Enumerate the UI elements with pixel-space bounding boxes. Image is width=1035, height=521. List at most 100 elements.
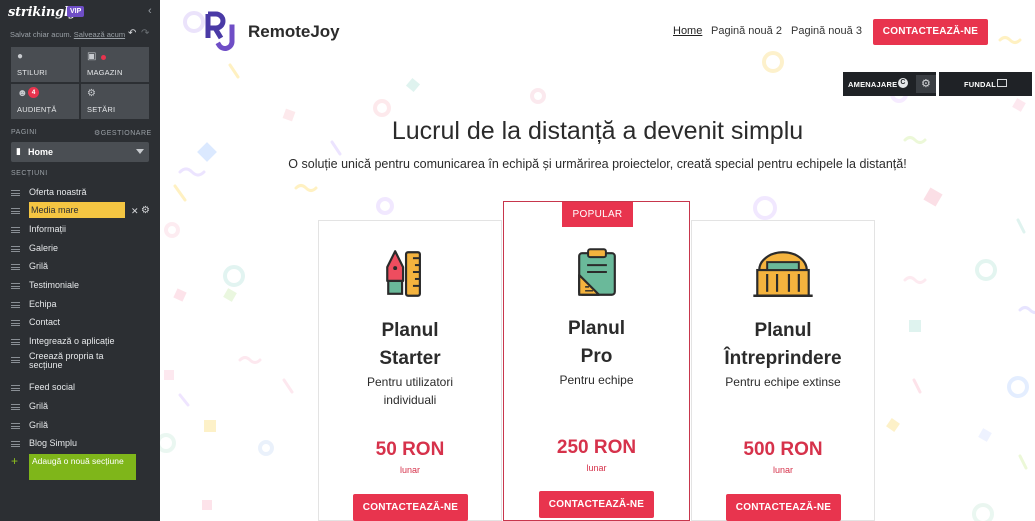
plan-price: 250 RON: [556, 437, 637, 458]
section-item[interactable]: Testimoniale: [11, 278, 151, 294]
drag-handle-icon[interactable]: [11, 246, 20, 252]
section-label: Feed social: [29, 382, 76, 392]
layout-button[interactable]: AMENAJARE C ⚙: [843, 72, 936, 96]
section-item[interactable]: Grilă: [11, 418, 151, 434]
section-label: Grilă: [29, 420, 49, 430]
add-section-label: Adaugă o nouă secțiune: [29, 454, 136, 480]
section-label: Oferta noastră: [29, 187, 87, 197]
plus-icon: +: [11, 454, 19, 468]
redo-icon[interactable]: ↷: [141, 28, 149, 39]
nav-link-page-2[interactable]: Pagină nouă 2: [711, 25, 782, 37]
section-item[interactable]: Grilă: [11, 259, 151, 275]
section-item[interactable]: Echipa: [11, 297, 151, 313]
page-icon: ▮: [16, 146, 21, 156]
drag-handle-icon[interactable]: [11, 227, 20, 233]
add-section-button[interactable]: + Adaugă o nouă secțiune: [11, 454, 151, 480]
saved-text: Salvat chiar acum.: [10, 30, 72, 39]
plan-contact-button[interactable]: CONTACTEAZĂ-NE: [726, 494, 841, 521]
section-label: Echipa: [29, 299, 57, 309]
chevron-left-icon[interactable]: ‹: [148, 5, 152, 17]
editor-tiles: ● STILURI ▣ MAGAZIN ☻ 4 AUDIENȚĂ ⚙ SETĂR…: [11, 47, 149, 119]
plan-price: 500 RON: [743, 439, 823, 460]
close-icon[interactable]: ✕: [131, 206, 139, 217]
drag-handle-icon[interactable]: [11, 190, 20, 196]
plan-card-enterprise: Planul Întreprindere Pentru echipe extin…: [691, 220, 875, 521]
section-item-active[interactable]: Media mare ✕ ⚙: [11, 202, 151, 219]
plan-name-line1: Planul: [381, 320, 439, 341]
background-button[interactable]: FUNDAL: [939, 72, 1032, 96]
building-icon: [753, 251, 813, 297]
section-item[interactable]: Galerie: [11, 241, 151, 257]
section-label: Creează propria ta secțiune: [29, 351, 104, 370]
section-item[interactable]: Oferta noastră: [11, 185, 151, 201]
nav-contact-button[interactable]: CONTACTEAZĂ-NE: [873, 19, 988, 45]
tile-store[interactable]: ▣ MAGAZIN: [81, 47, 149, 82]
section-label: Informații: [29, 224, 67, 234]
gear-icon[interactable]: ⚙: [916, 75, 936, 93]
vip-badge: VIP: [67, 6, 85, 17]
brand-name[interactable]: RemoteJoy: [248, 22, 340, 42]
gear-icon: ⚙: [87, 88, 96, 99]
section-label: Contact: [29, 317, 61, 327]
section-item[interactable]: Blog Simplu: [11, 436, 151, 452]
tile-label: MAGAZIN: [87, 68, 123, 77]
plan-contact-button[interactable]: CONTACTEAZĂ-NE: [353, 494, 468, 521]
drag-handle-icon[interactable]: [11, 320, 20, 326]
drag-handle-icon[interactable]: [11, 357, 20, 363]
manage-label: GESTIONARE: [100, 130, 152, 137]
drag-handle-icon[interactable]: [11, 208, 20, 214]
manage-pages-link[interactable]: ⚙GESTIONARE: [94, 129, 152, 137]
hero-subtitle: O soluție unică pentru comunicarea în ec…: [288, 157, 907, 171]
pen-ruler-icon: [386, 250, 421, 297]
section-label: Galerie: [29, 243, 59, 253]
tile-audience[interactable]: ☻ 4 AUDIENȚĂ: [11, 84, 79, 119]
palette-icon: ●: [17, 51, 24, 62]
section-label: Grilă: [29, 261, 49, 271]
gear-icon[interactable]: ⚙: [141, 205, 150, 216]
undo-icon[interactable]: ↶: [128, 28, 136, 39]
drag-handle-icon[interactable]: [11, 423, 20, 429]
section-label: Testimoniale: [29, 280, 80, 290]
drag-handle-icon[interactable]: [11, 302, 20, 308]
pages-heading: PAGINI: [11, 129, 38, 136]
nav-link-page-3[interactable]: Pagină nouă 3: [791, 25, 862, 37]
plan-card-pro: POPULAR Planul Pro Pentru echipe 250 RON…: [503, 201, 690, 521]
remotejoy-logo-mark[interactable]: [204, 11, 240, 51]
drag-handle-icon[interactable]: [11, 385, 20, 391]
popular-ribbon: POPULAR: [562, 202, 633, 227]
page-select[interactable]: ▮ Home: [11, 142, 149, 162]
drag-handle-icon[interactable]: [11, 264, 20, 270]
clipboard-ruler-icon: [578, 248, 616, 296]
plan-period: lunar: [586, 463, 607, 473]
drag-handle-icon[interactable]: [11, 339, 20, 345]
plan-name-line1: Planul: [754, 320, 812, 341]
sections-heading: SECȚIUNI: [11, 170, 48, 177]
layout-badge: C: [898, 78, 908, 88]
drag-handle-icon[interactable]: [11, 404, 20, 410]
section-label: Blog Simplu: [29, 438, 78, 448]
save-now-link[interactable]: Salvează acum: [74, 30, 125, 39]
section-item[interactable]: Integrează o aplicație: [11, 334, 151, 350]
page-select-value: Home: [28, 147, 54, 157]
background-label: FUNDAL: [964, 80, 997, 89]
nav-link-home[interactable]: Home: [673, 25, 702, 37]
tile-label: AUDIENȚĂ: [17, 105, 57, 114]
section-item[interactable]: Feed social: [11, 380, 151, 396]
drag-handle-icon[interactable]: [11, 283, 20, 289]
plan-name-line1: Planul: [567, 318, 625, 339]
plan-name-line2: Pro: [580, 346, 613, 367]
drag-handle-icon[interactable]: [11, 441, 20, 447]
strikingly-logo[interactable]: strikingly: [8, 5, 76, 20]
gear-icon: ⚙: [94, 130, 101, 137]
section-item[interactable]: Creează propria ta secțiune: [11, 352, 151, 374]
section-item[interactable]: Informații: [11, 222, 151, 238]
caret-down-icon: [136, 149, 144, 154]
plan-name-line2: Întreprindere: [724, 348, 842, 369]
hero-title: Lucrul de la distanță a devenit simplu: [391, 117, 804, 145]
tile-styles[interactable]: ● STILURI: [11, 47, 79, 82]
section-item[interactable]: Contact: [11, 315, 151, 331]
plan-contact-button[interactable]: CONTACTEAZĂ-NE: [539, 491, 654, 518]
tile-settings[interactable]: ⚙ SETĂRI: [81, 84, 149, 119]
section-item[interactable]: Grilă: [11, 399, 151, 415]
editor-sidebar: strikingly VIP ‹ Salvat chiar acum. Salv…: [0, 0, 160, 521]
